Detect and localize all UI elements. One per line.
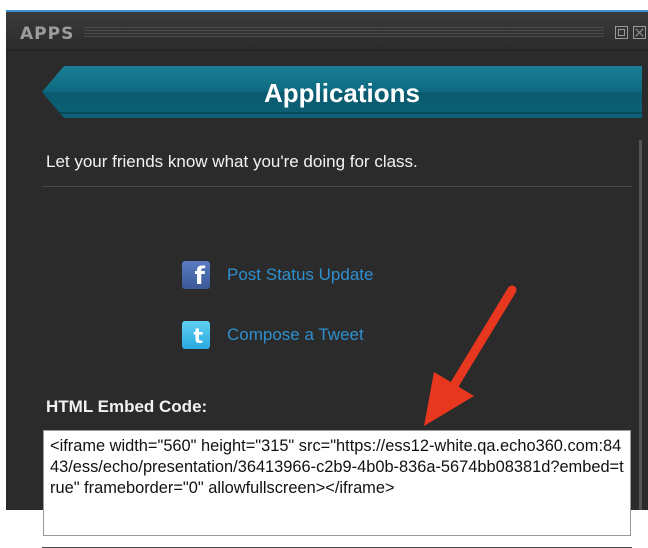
compose-tweet-link[interactable]: t Compose a Tweet bbox=[182, 320, 364, 350]
twitter-icon: t bbox=[182, 321, 210, 349]
restore-icon[interactable] bbox=[615, 26, 628, 39]
close-icon[interactable] bbox=[633, 26, 646, 39]
applications-banner: Applications bbox=[42, 66, 642, 118]
divider bbox=[42, 186, 632, 187]
post-status-update-label: Post Status Update bbox=[227, 265, 374, 284]
scrollbar[interactable] bbox=[639, 140, 642, 510]
facebook-icon: f bbox=[182, 261, 210, 289]
embed-code-label: HTML Embed Code: bbox=[46, 397, 208, 416]
annotation-arrow-icon bbox=[424, 285, 517, 426]
panel-content: Applications Let your friends know what … bbox=[6, 52, 648, 548]
screenshot-frame: APPS Applications Let your friends know … bbox=[0, 0, 648, 548]
compose-tweet-label: Compose a Tweet bbox=[227, 325, 364, 344]
embed-code-field[interactable]: <iframe width="560" height="315" src="ht… bbox=[43, 430, 631, 536]
panel-titlebar[interactable]: APPS bbox=[6, 12, 648, 51]
facebook-glyph: f bbox=[194, 262, 205, 290]
intro-text: Let your friends know what you're doing … bbox=[46, 152, 418, 171]
post-status-update-link[interactable]: f Post Status Update bbox=[182, 260, 373, 290]
panel-title: APPS bbox=[20, 24, 75, 44]
apps-panel: APPS Applications Let your friends know … bbox=[6, 10, 648, 548]
banner-title: Applications bbox=[263, 78, 420, 108]
drag-grip[interactable] bbox=[84, 27, 604, 37]
twitter-glyph: t bbox=[193, 324, 203, 348]
